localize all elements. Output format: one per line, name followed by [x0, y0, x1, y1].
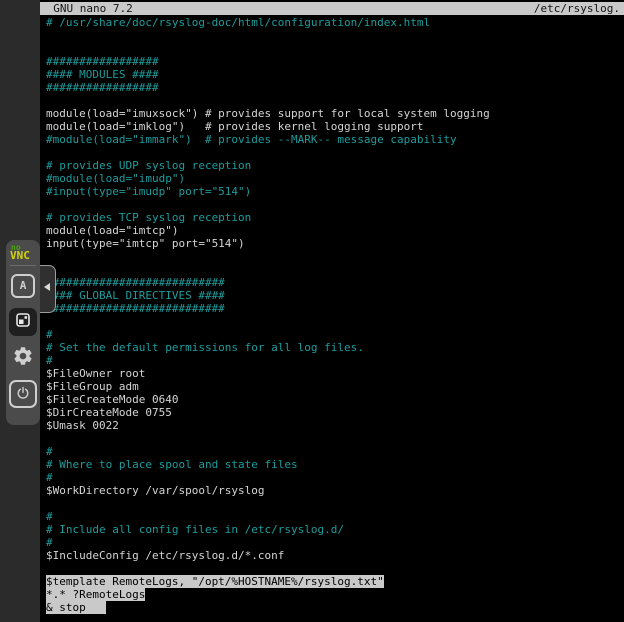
chevron-left-icon	[44, 283, 50, 291]
editor-line: #	[46, 445, 624, 458]
editor-line	[46, 315, 624, 328]
editor-line: #	[46, 510, 624, 523]
editor-line: #input(type="imudp" port="514")	[46, 185, 624, 198]
editor-line: # provides UDP syslog reception	[46, 159, 624, 172]
power-button[interactable]	[9, 380, 37, 408]
nano-filename-label: /etc/rsyslog.	[534, 2, 620, 15]
editor-line	[46, 42, 624, 55]
fullscreen-icon	[15, 312, 31, 332]
keycap-a-icon: A	[20, 276, 27, 296]
editor-line: #################	[46, 81, 624, 94]
novnc-logo-vnc: VNC	[10, 252, 36, 260]
nano-titlebar: GNU nano 7.2 /etc/rsyslog.	[40, 2, 624, 15]
power-icon	[16, 385, 30, 404]
editor-line: #################	[46, 55, 624, 68]
gear-icon	[12, 345, 34, 371]
editor-line: # Include all config files in /etc/rsysl…	[46, 523, 624, 536]
editor-line	[46, 562, 624, 575]
editor-line	[46, 146, 624, 159]
editor-line	[46, 432, 624, 445]
terminal[interactable]: GNU nano 7.2 /etc/rsyslog. # /usr/share/…	[40, 0, 624, 622]
editor-line: $FileCreateMode 0640	[46, 393, 624, 406]
novnc-logo: no VNC	[10, 244, 36, 260]
editor-line: # Where to place spool and state files	[46, 458, 624, 471]
editor-line: module(load="imuxsock") # provides suppo…	[46, 107, 624, 120]
nano-version-label: GNU nano 7.2	[40, 2, 133, 15]
editor-line: # /usr/share/doc/rsyslog-doc/html/config…	[46, 16, 624, 29]
controlbar-collapse-handle[interactable]	[40, 265, 56, 313]
editor-line: #	[46, 354, 624, 367]
editor-line: $template RemoteLogs, "/opt/%HOSTNAME%/r…	[46, 575, 624, 588]
editor-line: $Umask 0022	[46, 419, 624, 432]
vnc-screen: GNU nano 7.2 /etc/rsyslog. # /usr/share/…	[0, 0, 624, 622]
settings-button[interactable]	[11, 346, 35, 370]
editor-line: #	[46, 536, 624, 549]
editor-line: ###########################	[46, 276, 624, 289]
editor-line: input(type="imtcp" port="514")	[46, 237, 624, 250]
editor-line: # provides TCP syslog reception	[46, 211, 624, 224]
editor-line: #### GLOBAL DIRECTIVES ####	[46, 289, 624, 302]
editor-line: *.* ?RemoteLogs	[46, 588, 624, 601]
editor-line	[46, 263, 624, 276]
editor-line: module(load="imtcp")	[46, 224, 624, 237]
editor-line: #module(load="imudp")	[46, 172, 624, 185]
editor-line: $DirCreateMode 0755	[46, 406, 624, 419]
novnc-control-bar: no VNC A	[6, 240, 40, 425]
editor-line: # Set the default permissions for all lo…	[46, 341, 624, 354]
editor-line: $FileOwner root	[46, 367, 624, 380]
panel-divider	[10, 265, 36, 266]
editor-line	[46, 94, 624, 107]
editor-line: #### MODULES ####	[46, 68, 624, 81]
editor-line: #	[46, 471, 624, 484]
editor-content[interactable]: # /usr/share/doc/rsyslog-doc/html/config…	[46, 16, 624, 614]
editor-line: module(load="imklog") # provides kernel …	[46, 120, 624, 133]
keyboard-button[interactable]: A	[11, 274, 35, 298]
editor-line: #	[46, 328, 624, 341]
fullscreen-button[interactable]	[9, 308, 37, 336]
editor-line: ###########################	[46, 302, 624, 315]
editor-line: & stop	[46, 601, 624, 614]
editor-line: $FileGroup adm	[46, 380, 624, 393]
editor-line: #module(load="immark") # provides --MARK…	[46, 133, 624, 146]
editor-line: $IncludeConfig /etc/rsyslog.d/*.conf	[46, 549, 624, 562]
editor-line	[46, 29, 624, 42]
editor-line	[46, 250, 624, 263]
editor-line	[46, 198, 624, 211]
editor-line	[46, 497, 624, 510]
editor-line: $WorkDirectory /var/spool/rsyslog	[46, 484, 624, 497]
